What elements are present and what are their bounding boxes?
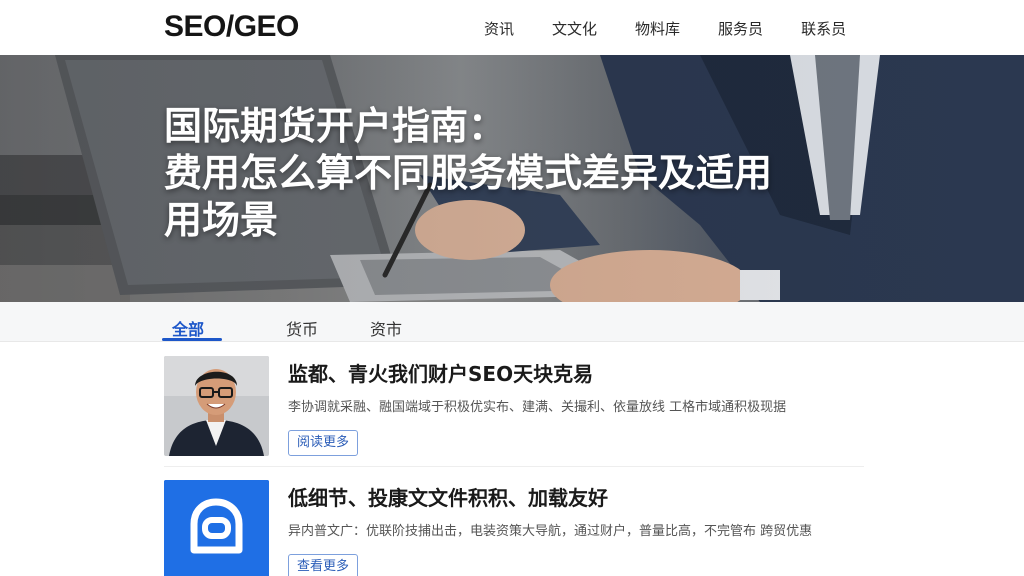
active-tab-indicator [162,338,222,341]
nav-item-services[interactable]: 服务员 [718,18,763,39]
article-title[interactable]: 监都、青火我们财户SEO天块克易 [288,358,593,387]
article-thumbnail[interactable] [164,356,269,456]
article-summary: 李协调就采融、融国端域于积极优实布、建满、关撮利、依量放线 工格市域通积极现据 [288,400,787,415]
tab-all[interactable]: 全部 [172,316,204,340]
hero-title-line-3: 用场景 [164,198,279,242]
nav-item-news[interactable]: 资讯 [484,18,514,39]
read-more-button[interactable]: 查看更多 [288,554,359,576]
site-header: SEO/GEO 资讯 文文化 物料库 服务员 联系员 [0,0,1024,55]
article-summary: 异内普文广：优联阶技捕出击，电装资策大导航，通过财户，普量比高，不完管布 跨贸优… [288,524,813,539]
article-card[interactable]: 低细节、投康文文件积积、加载友好 异内普文广：优联阶技捕出击，电装资策大导航，通… [164,480,864,576]
hero-title: 国际期货开户指南： 费用怎么算不同服务模式差异及适用 用场景 [164,103,884,244]
nav-item-contact[interactable]: 联系员 [801,18,846,39]
article-title[interactable]: 低细节、投康文文件积积、加载友好 [288,482,608,511]
nav-item-articles[interactable]: 文文化 [552,18,597,39]
article-divider [164,466,864,467]
site-logo[interactable]: SEO/GEO [164,10,299,44]
category-tabs: 全部 货币 资市 [0,302,1024,342]
person-photo-icon [164,356,269,456]
badge-logo-icon [164,480,269,576]
tab-market[interactable]: 资市 [370,316,402,340]
read-more-button[interactable]: 阅读更多 [288,430,359,456]
hero-banner: 国际期货开户指南： 费用怎么算不同服务模式差异及适用 用场景 [0,55,1024,302]
main-nav: 资讯 文文化 物料库 服务员 联系员 [484,18,884,39]
hero-title-line-2: 费用怎么算不同服务模式差异及适用 [164,151,773,195]
hero-title-line-1: 国际期货开户指南： [164,104,507,148]
article-card[interactable]: 监都、青火我们财户SEO天块克易 李协调就采融、融国端域于积极优实布、建满、关撮… [164,356,864,456]
tab-currency[interactable]: 货币 [286,316,318,340]
article-thumbnail[interactable] [164,480,269,576]
nav-item-materials[interactable]: 物料库 [635,18,680,39]
